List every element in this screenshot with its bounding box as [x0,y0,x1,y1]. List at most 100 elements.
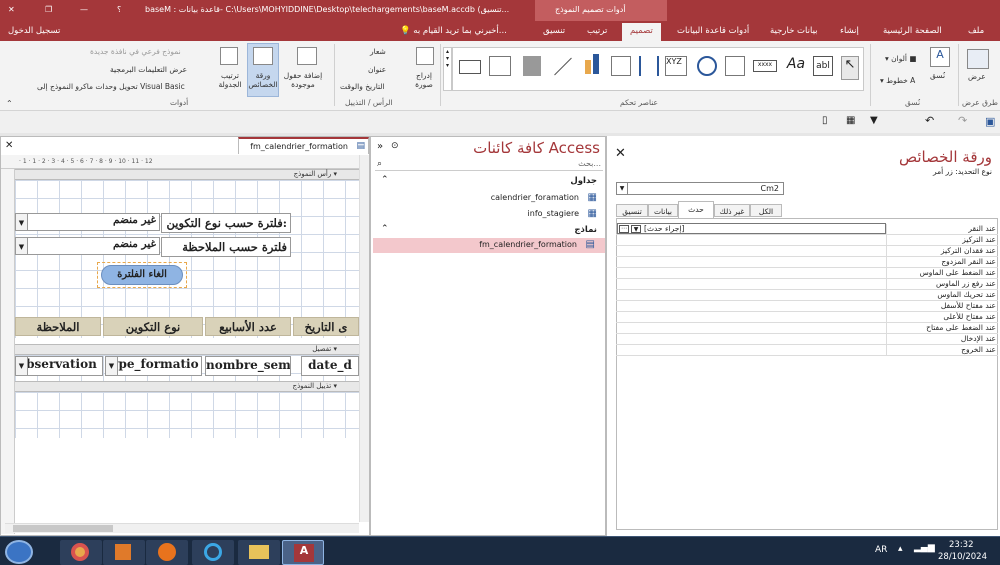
property-row[interactable]: عند الضغط على مفتاح [616,323,998,334]
logo-button[interactable]: شعار [370,47,386,56]
tab-create[interactable]: إنشاء [840,26,859,36]
select-pointer-icon[interactable]: ↖ [841,56,859,80]
property-row[interactable]: عند النقر المزدوج [616,257,998,268]
property-row[interactable]: عند الضغط على الماوس [616,268,998,279]
property-row[interactable]: عند التركيز [616,235,998,246]
tab-order-icon[interactable] [220,47,238,65]
tab-order-button[interactable]: ترتيب الجدولة [214,71,246,89]
dropdown-arrow-icon[interactable]: ▼ [106,357,118,375]
themes-button[interactable]: نُسق [930,71,945,80]
form-view-icon[interactable] [967,49,989,69]
colors-button[interactable]: ▾ ألوان ■ [885,54,916,63]
tellme-box[interactable]: 💡 أخبرني بما تريد القيام به... [400,26,507,36]
property-row[interactable]: عند مفتاح للأسفل [616,301,998,312]
dropdown-arrow-icon[interactable]: ▼ [16,357,28,375]
nav-item-info-stagiere[interactable]: info_stagiere ▦ [391,208,601,222]
tab-home[interactable]: الصفحة الرئيسية [883,26,942,36]
chart-icon[interactable] [585,60,591,74]
minimize-button[interactable]: — [80,5,88,14]
convert-macros-button[interactable]: تحويل وحدات ماكرو النموذج إلى Visual Bas… [37,82,185,91]
tables-group-header[interactable]: جداول [570,176,597,186]
nav-menu-icon[interactable]: ⊙ [391,141,399,151]
field-obs[interactable]: ▼ observation [15,356,103,376]
close-button[interactable]: ✕ [8,5,15,14]
nav-item-fm-calendrier[interactable]: fm_calendrier_formation ▤ [373,238,605,253]
form-tab[interactable]: fm_calendrier_formation ▤ [238,137,369,154]
vertical-scrollbar[interactable] [359,155,369,522]
add-fields-icon[interactable] [297,47,317,65]
tab-data-prop[interactable]: بيانات [648,204,678,217]
scroll-thumb[interactable] [13,525,113,532]
tab-all-prop[interactable]: الكل [750,204,782,217]
start-button[interactable] [5,540,33,564]
tab-external-data[interactable]: بيانات خارجية [770,26,818,36]
navigation-control[interactable]: XYZ [665,56,687,76]
tray-expand-icon[interactable]: ▴ [898,544,903,554]
rectangle-icon[interactable] [459,60,481,74]
property-row[interactable]: عند الخروج [616,345,998,356]
tab-control-icon[interactable] [725,56,745,76]
cancel-filter-button[interactable]: الغاء الفلترة [101,265,183,285]
explorer-icon[interactable] [238,540,280,565]
help-button[interactable]: ؟ [117,5,121,14]
collapse-icon[interactable]: ⌃ [381,224,389,234]
shutter-icon[interactable]: » [377,141,383,152]
new-doc-icon[interactable]: ▯ [822,115,828,126]
ie-icon[interactable] [192,540,234,565]
hyperlink-icon[interactable] [697,56,717,76]
form-footer-bar[interactable]: تذييل النموذج ▾ [15,381,359,392]
tab-other-prop[interactable]: غير ذلك [714,204,750,217]
view-code-button[interactable]: عرض التعليمات البرمجية [110,65,187,74]
footer-section[interactable] [15,392,359,438]
title-button[interactable]: عنوان [368,65,386,74]
field-weeks[interactable]: nombre_semai [205,356,291,376]
close-form-icon[interactable]: ✕ [5,140,13,151]
property-row[interactable]: عند النقر [616,224,998,235]
property-row[interactable]: عند مفتاح للأعلى [616,312,998,323]
dropdown-arrow-icon[interactable]: ▼ [16,238,28,254]
subform-button[interactable]: نموذج فرعي في نافذة جديدة [90,47,181,56]
tab-database-tools[interactable]: أدوات قاعدة البيانات [677,26,749,36]
dropdown-arrow-icon[interactable]: ▼ [617,183,628,194]
tab-event-prop[interactable]: حدث [678,201,714,218]
fonts-button[interactable]: ▾ خطوط A [880,76,915,85]
clock-time[interactable]: 23:32 [949,540,974,550]
textbox-control[interactable]: abl [813,56,833,76]
property-row[interactable]: عند رفع زر الماوس [616,279,998,290]
redo-icon[interactable]: ↷ [958,114,967,127]
undo-icon[interactable]: ↶ [925,114,934,127]
field-type[interactable]: ▼ type_formatio [105,356,202,376]
network-icon[interactable]: ▂▄▆ [914,543,935,553]
property-row[interactable]: عند فقدان التركيز [616,246,998,257]
page-break-icon[interactable] [611,56,631,76]
view-button[interactable]: عرض [968,72,986,81]
property-row[interactable]: عند تحريك الماوس [616,290,998,301]
object-selector[interactable]: ▼ Cm2 [616,182,784,195]
gallery-scroll[interactable]: ▴ ▾ ▾ [443,47,452,91]
label-control[interactable]: Aa [785,56,807,76]
insert-image-icon[interactable] [416,47,434,65]
detail-bar[interactable]: تفصيل ▾ [15,344,359,355]
tab-design[interactable]: تصميم [622,23,661,41]
add-fields-button[interactable]: إضافة حقول موجودة [283,71,323,89]
save-icon[interactable]: ▣ [985,115,995,128]
close-propsheet-icon[interactable]: ✕ [615,146,626,161]
insert-image-button[interactable]: إدراج صورة [410,71,438,89]
collapse-icon[interactable]: ⌃ [381,175,389,185]
filter-icon[interactable]: ▼ [870,115,878,126]
tab-arrange[interactable]: ترتيب [587,26,607,36]
header-section[interactable] [15,180,359,338]
forms-group-header[interactable]: نماذج [574,225,597,235]
firefox-icon[interactable] [146,540,188,565]
filter-obs-combo[interactable]: ▼ غير منضم [15,237,160,255]
field-date[interactable]: date_d [301,356,359,376]
collapse-ribbon-icon[interactable]: ⌃ [6,99,13,108]
property-row[interactable]: عند الإدخال [616,334,998,345]
option-group-icon[interactable] [639,56,659,76]
datasheet-icon[interactable]: ▦ [846,115,855,126]
nav-item-calendrier[interactable]: calendrier_foramation ▦ [391,192,601,206]
signin-link[interactable]: تسجيل الدخول [8,26,60,36]
line-icon[interactable] [554,57,572,76]
language-indicator[interactable]: AR [875,545,887,555]
form-header-bar[interactable]: رأس النموذج ▾ [15,169,359,180]
